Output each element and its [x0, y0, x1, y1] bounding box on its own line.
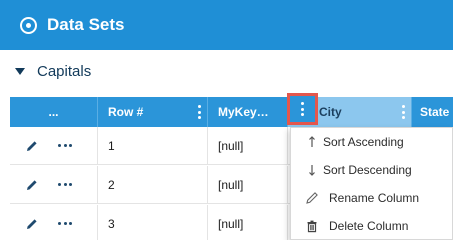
pencil-icon [306, 192, 318, 204]
menu-item-delete-column[interactable]: Delete Column [291, 212, 453, 240]
row-actions-cell [10, 166, 98, 204]
pencil-icon[interactable] [26, 140, 38, 152]
menu-item-sort-descending[interactable]: Sort Descending [291, 156, 453, 184]
column-menu-icon[interactable] [198, 105, 201, 119]
kebab-icon [301, 102, 304, 116]
city-column-menu-button[interactable] [287, 93, 318, 125]
caret-down-icon[interactable] [15, 68, 25, 75]
more-icon[interactable] [58, 144, 72, 148]
menu-item-label: Rename Column [329, 191, 420, 205]
app-header: Data Sets [0, 0, 453, 50]
pencil-icon[interactable] [26, 179, 38, 191]
pencil-icon[interactable] [26, 218, 38, 230]
column-header-label: Row # [108, 105, 144, 119]
menu-item-sort-ascending[interactable]: Sort Ascending [291, 128, 453, 156]
column-header-label: City [319, 105, 342, 119]
menu-item-label: Delete Column [329, 219, 409, 233]
mykey-cell: [null] [208, 205, 288, 240]
menu-item-label: Sort Ascending [323, 135, 404, 149]
more-icon[interactable] [58, 183, 72, 187]
column-header-label: ... [48, 105, 59, 119]
mykey-cell: [null] [208, 166, 288, 204]
row-actions-cell [10, 205, 98, 240]
menu-item-label: Sort Descending [323, 163, 412, 177]
page-title: Data Sets [47, 15, 125, 34]
mykey-cell: [null] [208, 127, 288, 165]
column-header-label: MyKey… [218, 105, 269, 119]
section-title: Capitals [37, 63, 92, 80]
column-header-mykey[interactable]: MyKey… [208, 97, 288, 127]
arrow-down-icon [309, 165, 315, 176]
trash-icon [307, 220, 317, 233]
row-number-cell: 1 [98, 127, 208, 165]
arrow-up-icon [309, 136, 315, 147]
menu-item-rename-column[interactable]: Rename Column [291, 184, 453, 212]
column-header-row-number[interactable]: Row # [98, 97, 208, 127]
row-number-cell: 2 [98, 166, 208, 204]
column-header-state[interactable]: State [412, 97, 453, 127]
row-actions-cell [10, 127, 98, 165]
table-header: ... Row # MyKey… City State [10, 97, 453, 127]
column-header-label: State [420, 105, 450, 119]
row-number-cell: 3 [98, 205, 208, 240]
more-icon[interactable] [58, 222, 72, 226]
column-options-menu: Sort Ascending Sort Descending Rename Co… [290, 127, 453, 240]
section-header-capitals[interactable]: Capitals [0, 50, 453, 97]
target-icon [20, 17, 37, 34]
column-header-actions[interactable]: ... [10, 97, 98, 127]
column-menu-icon[interactable] [402, 105, 405, 119]
